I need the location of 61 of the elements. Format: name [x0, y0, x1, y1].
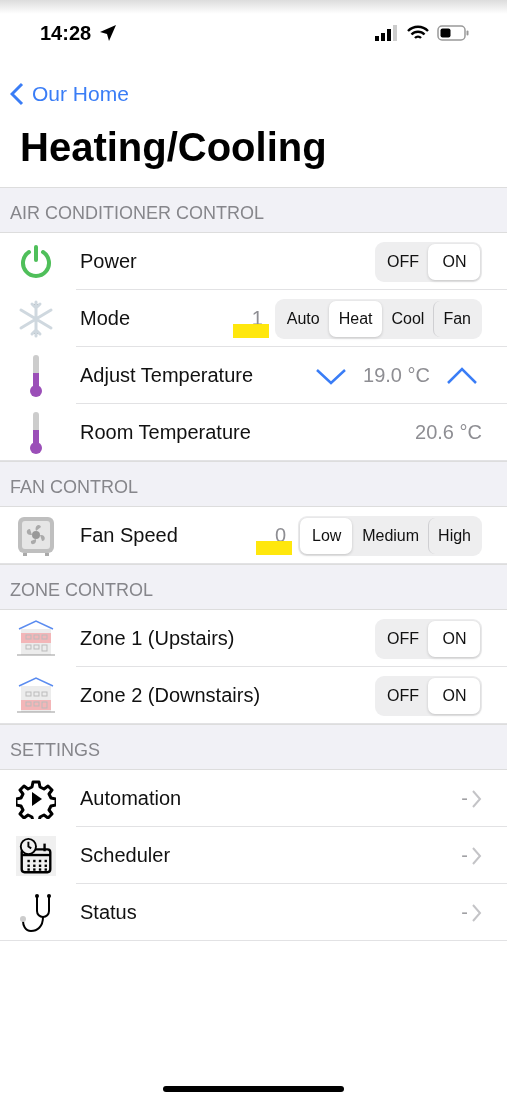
stethoscope-icon	[19, 892, 53, 933]
location-arrow-icon	[99, 24, 118, 42]
status-time: 14:28	[40, 21, 92, 45]
section-header: SETTINGS	[0, 724, 507, 770]
segment-option[interactable]: ON	[428, 243, 480, 280]
segmented-control[interactable]: Auto Heat Cool Fan	[274, 298, 482, 339]
signal-icon	[375, 25, 399, 41]
segment-option[interactable]: Fan	[433, 300, 480, 337]
detail-text: -	[461, 787, 468, 810]
section-header: AIR CONDITIONER CONTROL	[0, 187, 507, 233]
detail-text: -	[461, 844, 468, 867]
row-label: Room Temperature	[80, 421, 252, 444]
row-label: Mode	[80, 307, 132, 330]
chevron-up-icon	[446, 365, 478, 386]
row-label: Zone 2 (Downstairs)	[80, 684, 262, 707]
gear-play-icon	[16, 778, 56, 819]
segmented-control[interactable]: OFF ON	[375, 675, 482, 716]
segmented-control[interactable]: Low Medium High	[298, 515, 482, 556]
battery-icon	[437, 25, 469, 41]
segment-option[interactable]: Heat	[328, 300, 382, 337]
chevron-right-icon	[472, 903, 482, 922]
segmented-control[interactable]: OFF ON	[375, 241, 482, 282]
segment-option[interactable]: OFF	[377, 243, 428, 280]
segment-option[interactable]: High	[428, 517, 480, 554]
thermometer-icon	[29, 411, 43, 454]
row-label: Zone 1 (Upstairs)	[80, 627, 236, 650]
calendar-clock-icon	[16, 834, 56, 877]
row-label: Fan Speed	[80, 524, 179, 547]
segmented-control[interactable]: OFF ON	[375, 618, 482, 659]
house-icon	[17, 618, 55, 659]
row-label: Automation	[80, 787, 183, 810]
thermometer-icon	[29, 354, 43, 397]
temperature-value: 20.6 °C	[415, 421, 482, 444]
section-header: ZONE CONTROL	[0, 564, 507, 610]
segment-option[interactable]: Medium	[352, 517, 429, 554]
chevron-right-icon	[472, 789, 482, 808]
page-title: Heating/Cooling	[19, 124, 328, 171]
back-link[interactable]: Our Home	[0, 66, 129, 112]
house-icon	[17, 675, 55, 716]
value-text: 1	[251, 307, 263, 330]
detail-text: -	[461, 901, 468, 924]
segment-option[interactable]: OFF	[377, 677, 428, 714]
segment-option[interactable]: Auto	[276, 300, 329, 337]
segment-option[interactable]: OFF	[377, 620, 428, 657]
chevron-right-icon	[472, 846, 482, 865]
segment-option[interactable]: ON	[428, 677, 480, 714]
box-fan-icon	[17, 515, 55, 556]
segment-option[interactable]: ON	[428, 620, 480, 657]
row-label: Scheduler	[80, 844, 172, 867]
snowflake-icon	[18, 299, 54, 338]
segment-option[interactable]: Cool	[381, 300, 434, 337]
chevron-left-icon	[10, 82, 24, 106]
section-header: FAN CONTROL	[0, 461, 507, 507]
row-label: Status	[80, 901, 138, 924]
temperature-value: 19.0 °C	[363, 364, 430, 387]
row-label: Adjust Temperature	[80, 364, 255, 387]
segment-option[interactable]: Low	[300, 517, 353, 554]
value-text: 0	[275, 524, 287, 547]
row-label: Power	[80, 250, 138, 273]
wifi-icon	[407, 25, 429, 41]
power-icon	[18, 243, 54, 280]
